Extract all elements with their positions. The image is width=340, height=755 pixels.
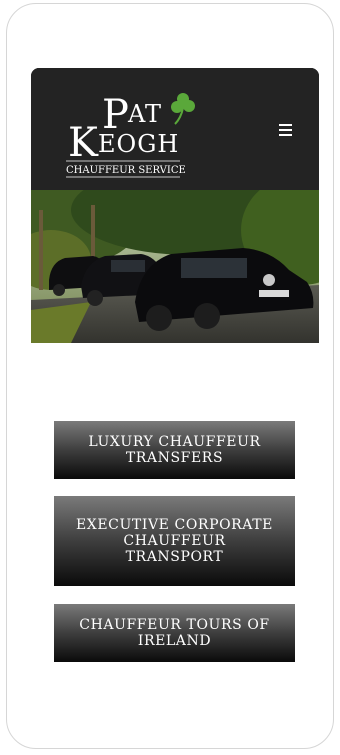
svg-text:AT: AT [127, 100, 162, 128]
service-button-luxury-transfers[interactable]: LUXURY CHAUFFEUR TRANSFERS [54, 421, 295, 479]
site-header: P AT K EOGH CHAUFFEUR SERVICE [31, 68, 319, 190]
shamrock-icon [171, 93, 195, 125]
pat-keogh-logo[interactable]: P AT K EOGH CHAUFFEUR SERVICE [66, 86, 206, 186]
svg-text:K: K [68, 120, 99, 166]
svg-text:CHAUFFEUR SERVICE: CHAUFFEUR SERVICE [66, 165, 186, 176]
menu-bar [279, 129, 292, 131]
hero-image-cars [31, 190, 319, 343]
service-button-label: LUXURY CHAUFFEUR TRANSFERS [88, 434, 261, 466]
svg-text:EOGH: EOGH [98, 130, 179, 158]
hamburger-menu-icon[interactable] [276, 120, 296, 140]
service-button-label: EXECUTIVE CORPORATE CHAUFFEUR TRANSPORT [75, 517, 274, 565]
service-button-tours-of-ireland[interactable]: CHAUFFEUR TOURS OF IRELAND [54, 604, 295, 662]
service-button-label: CHAUFFEUR TOURS OF IRELAND [79, 617, 270, 649]
site-header-card: P AT K EOGH CHAUFFEUR SERVICE [31, 68, 319, 343]
menu-bar [279, 124, 292, 126]
service-button-executive-corporate[interactable]: EXECUTIVE CORPORATE CHAUFFEUR TRANSPORT [54, 496, 295, 586]
menu-bar [279, 134, 292, 136]
